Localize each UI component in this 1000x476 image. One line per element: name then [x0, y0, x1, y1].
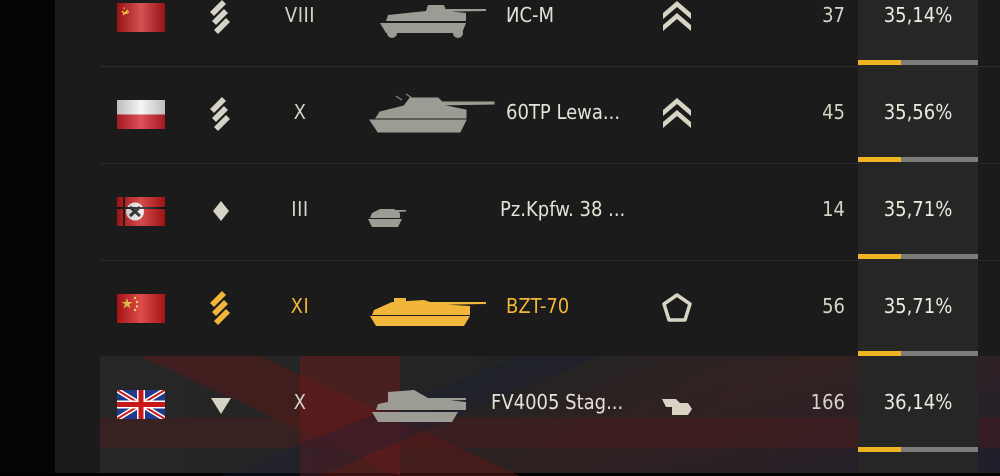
left-sidebar [0, 0, 55, 473]
tank-silhouette-icon [372, 390, 466, 422]
winrate-bar [858, 157, 978, 162]
winrate-value: 36,14% [883, 390, 953, 414]
tank-silhouette-icon [380, 5, 486, 38]
battles-count: 166 [810, 390, 845, 414]
table-row[interactable]: X FV4005 Stag... 166 36,14% [100, 356, 1000, 476]
vehicle-name: FV4005 Stag... [491, 390, 624, 414]
winrate-cell: 36,14% [858, 356, 978, 473]
winrate-bar-fill [858, 157, 902, 162]
vehicle-name: BZT-70 [506, 294, 570, 318]
heavy-tank-class-icon [210, 0, 230, 34]
winrate-bar [858, 254, 978, 259]
light-tank-class-icon [213, 201, 229, 221]
vehicle-name: 60TP Lewa... [506, 100, 621, 124]
tank-destroyer-class-icon [211, 398, 231, 414]
winrate-value: 35,14% [883, 3, 953, 27]
winrate-value: 35,71% [883, 197, 953, 221]
rank-chevron-icon [663, 1, 691, 31]
ussr-flag-icon [117, 3, 165, 32]
winrate-bar-fill [858, 447, 902, 452]
uk-flag-icon [117, 390, 165, 419]
winrate-cell: 35,71% [858, 163, 978, 260]
rank-chevron-icon [663, 98, 691, 128]
vehicle-name: ИС-М [506, 3, 555, 27]
table-row[interactable]: VIII ИС-М 37 35,14% [100, 0, 1000, 67]
tank-silhouette-icon [369, 93, 495, 133]
winrate-bar [858, 447, 978, 452]
winrate-cell: 35,56% [858, 66, 978, 163]
winrate-bar-fill [858, 60, 902, 65]
winrate-value: 35,71% [883, 294, 953, 318]
vehicle-name: Pz.Kpfw. 38 ... [500, 197, 626, 221]
winrate-value: 35,56% [883, 100, 953, 124]
tier-label: VIII [284, 3, 316, 27]
table-row[interactable]: III Pz.Kpfw. 38 ... 14 35,71% [100, 163, 1000, 261]
battles-count: 14 [822, 197, 845, 221]
winrate-cell: 35,71% [858, 260, 978, 357]
winrate-bar-fill [858, 254, 902, 259]
tank-silhouette-icon [370, 298, 486, 326]
tier-label: X [293, 100, 307, 124]
winrate-bar [858, 60, 978, 65]
tier-label: X [293, 390, 307, 414]
battles-count: 45 [822, 100, 845, 124]
tank-silhouette-icon [368, 209, 406, 227]
germany-flag-icon [117, 197, 165, 226]
rank-pentagon-icon [662, 293, 692, 322]
heavy-tank-class-icon [210, 291, 230, 325]
heavy-tank-class-icon [210, 97, 230, 131]
tier-label: XI [290, 294, 310, 318]
battles-count: 37 [822, 3, 845, 27]
tier-label: III [291, 197, 309, 221]
china-flag-icon [117, 294, 165, 323]
winrate-cell: 35,14% [858, 0, 978, 66]
rank-flag-icon [662, 399, 692, 415]
table-row[interactable]: XI BZT-70 56 35,71% [100, 260, 1000, 358]
poland-flag-icon [117, 100, 165, 129]
battles-count: 56 [822, 294, 845, 318]
table-row[interactable]: X 60TP Lewa... 45 35,56% [100, 66, 1000, 164]
